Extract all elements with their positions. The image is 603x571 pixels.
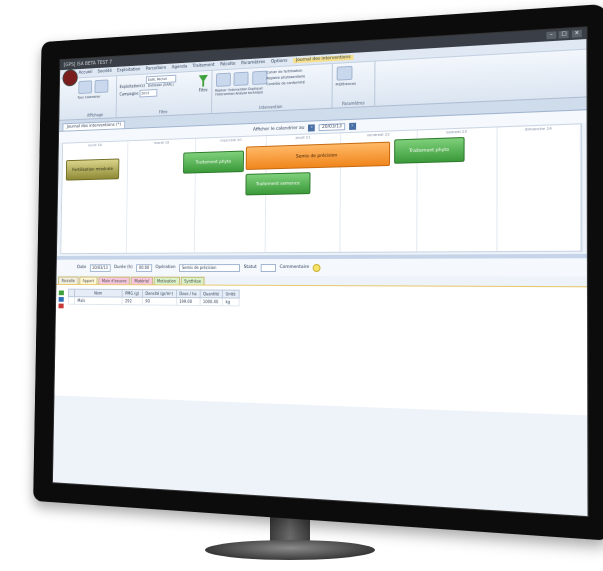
cell: kg — [222, 297, 239, 306]
monitor: [GPS] ISA BETA TEST 7 – □ × Accueil Soci… — [33, 3, 603, 541]
menu-traitement[interactable]: Traitement — [192, 63, 214, 69]
tous-button[interactable] — [78, 80, 93, 95]
tab-materiel[interactable]: Matériel — [130, 276, 153, 285]
app-window: [GPS] ISA BETA TEST 7 – □ × Accueil Soci… — [52, 26, 589, 518]
ribbon-group-intervention: Réaliser l'intervention Dupliquer l'inte… — [212, 63, 333, 114]
date-field[interactable]: 20/03/13 — [89, 263, 111, 272]
minimize-button[interactable]: – — [546, 31, 557, 40]
col-header: Dose / ha — [176, 289, 200, 298]
add-row-icon[interactable] — [58, 290, 64, 296]
menu-societe[interactable]: Société — [97, 69, 111, 74]
edit-row-icon[interactable] — [58, 297, 64, 302]
analyse-technique-button[interactable] — [251, 70, 267, 86]
statut-select[interactable] — [260, 263, 276, 272]
menu-exploitation[interactable]: Exploitation — [117, 67, 140, 73]
event-traitement-phyto-2[interactable]: Traitement phyto — [394, 136, 465, 164]
stage: [GPS] ISA BETA TEST 7 – □ × Accueil Soci… — [0, 0, 603, 571]
show-calendar-label: Afficher le calendrier au — [252, 125, 305, 133]
parametres-group-label: Paramètres — [341, 100, 365, 107]
window-title: [GPS] ISA BETA TEST 7 — [63, 59, 113, 68]
tab-motivation[interactable]: Motivation — [153, 276, 180, 285]
dupliquer-intervention-button[interactable] — [233, 71, 249, 86]
intervention-detail-bar: Date 20/03/13 Durée (h) 00:00 Opération … — [56, 258, 587, 277]
close-button[interactable]: × — [571, 29, 582, 38]
menu-parcellaire[interactable]: Parcellaire — [146, 66, 167, 72]
next-week-button[interactable]: › — [348, 122, 356, 130]
table-row[interactable]: Maïs 292 90 199.00 1000.40 kg — [68, 296, 239, 306]
row-action-icons — [58, 290, 64, 309]
preferences-button[interactable] — [336, 65, 353, 81]
menu-agenda[interactable]: Agenda — [172, 65, 187, 71]
calendrier-label: Calendrier — [84, 94, 101, 100]
duree-label: Durée (h) — [113, 265, 133, 270]
cell: 1000.40 — [199, 297, 223, 306]
tab-main-oeuvre[interactable]: Main d'oeuvre — [98, 276, 131, 285]
week-calendar: lundi 18 mardi 19 mercredi 20 jeudi 21 v… — [60, 123, 583, 255]
cell: 199.00 — [176, 297, 200, 306]
menu-journal-active[interactable]: Journal des interventions — [293, 54, 354, 64]
tous-label: Tous — [77, 95, 84, 100]
event-traitement-phyto[interactable]: Traitement phyto — [183, 150, 245, 174]
prev-week-button[interactable]: ‹ — [308, 123, 316, 132]
commentaire-label: Commentaire — [279, 264, 310, 271]
calendar-button[interactable] — [94, 79, 109, 94]
menu-accueil[interactable]: Accueil — [79, 70, 93, 75]
ribbon-group-parametres: Préférences Paramètres — [332, 61, 376, 108]
campagne-label: Campagne — [119, 90, 139, 97]
controle-conformite-link[interactable]: Contrôle de conformité — [266, 79, 305, 87]
filter-label: Filtre — [198, 87, 208, 93]
calendar-date-field[interactable]: 20/03/13 — [319, 122, 345, 131]
cell: 90 — [142, 297, 177, 306]
cell: 292 — [121, 297, 143, 305]
menu-options[interactable]: Options — [271, 59, 288, 65]
window-controls: – □ × — [545, 29, 582, 40]
duree-field[interactable]: 00:00 — [136, 263, 152, 272]
tab-apport[interactable]: Apport — [79, 276, 98, 285]
operation-label: Opération — [155, 265, 176, 270]
event-semis-precision[interactable]: Semis de précision — [245, 141, 391, 171]
col-header: Unité — [222, 290, 239, 299]
filter-icon[interactable] — [198, 74, 208, 87]
operation-select[interactable]: Semis de précision — [179, 263, 241, 272]
realiser-intervention-button[interactable] — [215, 72, 231, 87]
analyse-label: Analyse technique — [235, 90, 264, 96]
exploitation-select[interactable]: EARL Michel Dubisson (EARL) — [146, 74, 177, 88]
menu-recolte[interactable]: Récolte — [220, 62, 235, 68]
monitor-stand-base — [205, 540, 375, 560]
tab-parcelle[interactable]: Parcelle — [58, 276, 79, 285]
apport-table: Nom PMG (g) Densité (gr/m²) Dose / ha Qu… — [68, 289, 239, 307]
col-header: PMG (g) — [122, 289, 143, 298]
event-traitement-semence[interactable]: Traitement semence — [245, 172, 311, 196]
cell: Maïs — [74, 296, 123, 305]
col-header: Quantité — [199, 289, 223, 298]
ribbon-group-filtre: Exploitation(s) EARL Michel Dubisson (EA… — [116, 70, 213, 118]
ribbon-group-affichage: Tous Calendrier Affichage — [74, 76, 118, 120]
exploitation-label: Exploitation(s) — [119, 83, 145, 90]
comment-bubble-icon[interactable] — [313, 263, 321, 272]
apport-panel: Nom PMG (g) Densité (gr/m²) Dose / ha Qu… — [54, 284, 588, 416]
preferences-label: Préférences — [335, 81, 356, 87]
date-label: Date — [77, 265, 87, 270]
affichage-group-label: Affichage — [86, 112, 104, 118]
statut-label: Statut — [243, 265, 257, 270]
event-fertilisation[interactable]: Fertilisation minérale — [65, 158, 120, 181]
maximize-button[interactable]: □ — [559, 30, 569, 39]
tab-synthese[interactable]: Synthèse — [180, 276, 205, 285]
delete-row-icon[interactable] — [58, 303, 64, 309]
campagne-select[interactable]: 2013 — [139, 88, 158, 98]
menu-parametres[interactable]: Paramètres — [241, 60, 265, 66]
